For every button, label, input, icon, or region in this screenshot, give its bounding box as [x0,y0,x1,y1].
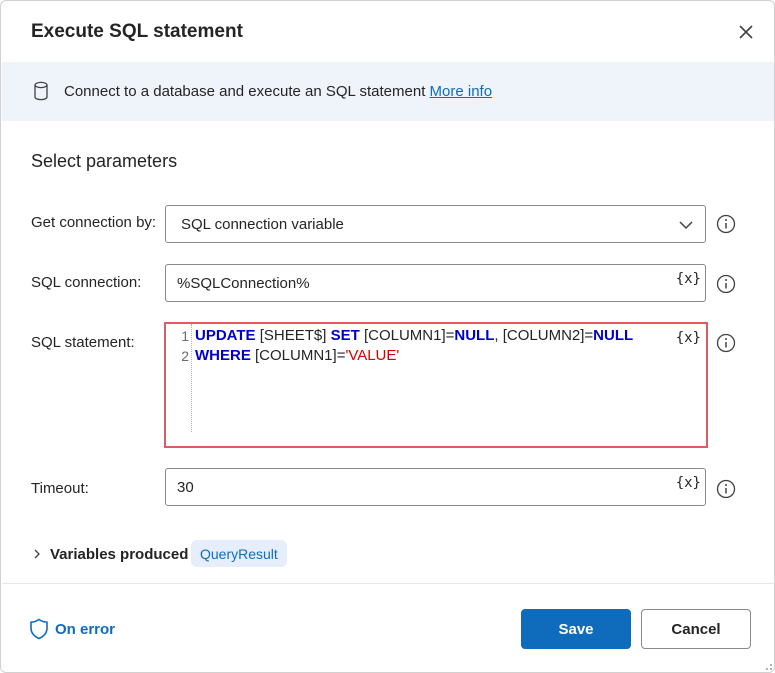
info-text: Connect to a database and execute an SQL… [64,83,492,100]
variables-produced-toggle[interactable]: Variables produced [31,541,188,567]
sql-connection-input[interactable]: %SQLConnection% {x} [165,264,706,302]
more-info-link[interactable]: More info [430,83,493,100]
section-title: Select parameters [31,151,178,171]
info-icon[interactable] [716,333,736,353]
dialog-title: Execute SQL statement [31,21,243,42]
line-number: 1 [181,328,189,344]
close-icon [739,25,753,39]
info-banner: Connect to a database and execute an SQL… [2,62,774,121]
variable-picker-button[interactable]: {x} [676,271,701,287]
info-icon[interactable] [716,479,736,499]
chevron-right-icon [34,549,40,559]
sql-statement-editor[interactable]: 1 2 UPDATE [SHEET$] SET [COLUMN1]=NULL, … [164,322,708,448]
chevron-down-icon [679,221,693,230]
sql-connection-label: SQL connection: [31,274,142,291]
keyword-null: NULL [454,327,495,344]
get-connection-by-dropdown[interactable]: SQL connection variable [165,205,706,243]
line-number-gutter: 1 2 [166,324,192,432]
resize-grip-icon[interactable] [761,659,773,671]
string-literal: 'VALUE' [345,347,400,364]
variables-produced-label: Variables produced [50,545,189,563]
keyword-null: NULL [593,327,634,344]
code-text: [COLUMN1]= [250,347,346,364]
get-connection-by-value: SQL connection variable [181,216,344,233]
info-icon[interactable] [716,214,736,234]
line-number: 2 [181,348,189,364]
sql-statement-label: SQL statement: [31,334,135,351]
code-text: , [COLUMN2]= [494,327,594,344]
info-icon[interactable] [716,274,736,294]
variable-picker-button[interactable]: {x} [676,330,701,346]
code-text: [SHEET$] [255,327,331,344]
keyword-set: SET [330,327,360,344]
execute-sql-dialog: Execute SQL statement Connect to a datab… [0,0,775,673]
on-error-label: On error [55,620,116,638]
keyword-where: WHERE [195,347,251,364]
cancel-button[interactable]: Cancel [641,609,751,649]
info-description: Connect to a database and execute an SQL… [64,83,430,100]
save-button[interactable]: Save [521,609,631,649]
variable-pill-queryresult[interactable]: QueryResult [191,540,287,567]
close-button[interactable] [734,20,758,44]
footer-divider [2,583,774,584]
timeout-value: 30 [177,479,194,496]
code-line-2: WHERE [COLUMN1]='VALUE' [195,347,399,364]
database-icon [34,81,48,101]
variable-picker-button[interactable]: {x} [676,475,701,491]
code-line-1: UPDATE [SHEET$] SET [COLUMN1]=NULL, [COL… [195,327,633,344]
keyword-update: UPDATE [195,327,256,344]
shield-icon [30,618,48,640]
sql-connection-value: %SQLConnection% [177,275,310,292]
on-error-button[interactable]: On error [29,618,115,640]
code-text: [COLUMN1]= [359,327,455,344]
get-connection-by-label: Get connection by: [31,214,157,231]
timeout-label: Timeout: [31,480,89,497]
timeout-input[interactable]: 30 {x} [165,468,706,506]
